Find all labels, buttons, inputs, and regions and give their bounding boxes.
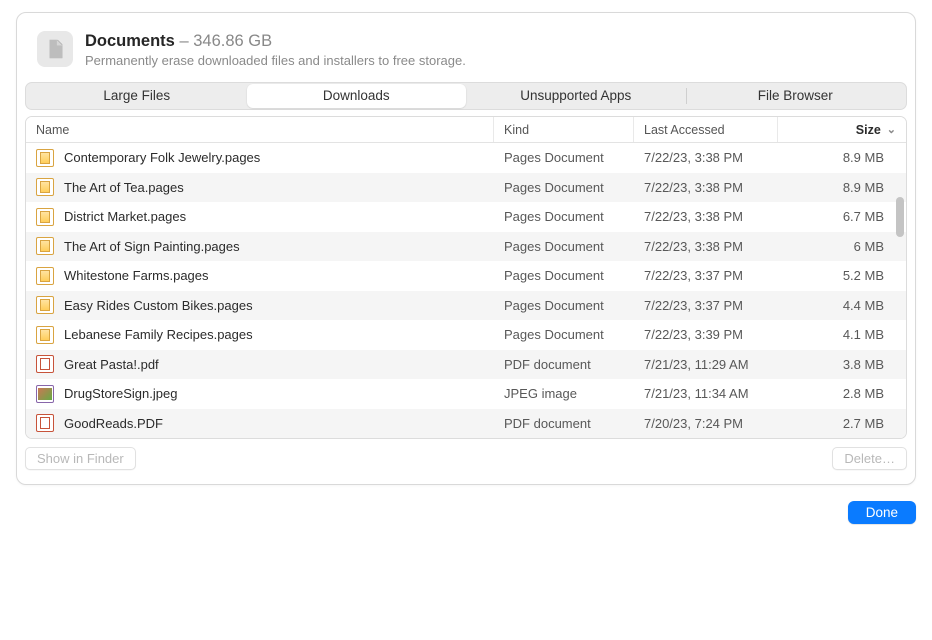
cell-kind: Pages Document [494, 180, 634, 195]
table-row[interactable]: Contemporary Folk Jewelry.pages Pages Doc… [26, 143, 906, 173]
cell-name: DrugStoreSign.jpeg [26, 385, 494, 403]
cell-kind: Pages Document [494, 239, 634, 254]
file-name: District Market.pages [64, 209, 186, 224]
tab-downloads[interactable]: Downloads [247, 84, 467, 108]
pages-file-icon [36, 296, 54, 314]
table-row[interactable]: Easy Rides Custom Bikes.pages Pages Docum… [26, 291, 906, 321]
cell-size: 4.1 MB [778, 327, 906, 342]
delete-button[interactable]: Delete… [832, 447, 907, 470]
cell-last-accessed: 7/22/23, 3:38 PM [634, 239, 778, 254]
cell-kind: Pages Document [494, 327, 634, 342]
cell-kind: Pages Document [494, 298, 634, 313]
category-tabs: Large FilesDownloadsUnsupported AppsFile… [25, 82, 907, 110]
column-last-accessed[interactable]: Last Accessed [634, 117, 778, 142]
cell-size: 2.7 MB [778, 416, 906, 431]
cell-name: Easy Rides Custom Bikes.pages [26, 296, 494, 314]
cell-size: 5.2 MB [778, 268, 906, 283]
file-table: Name Kind Last Accessed Size ⌄ Contempor… [25, 116, 907, 439]
column-kind[interactable]: Kind [494, 117, 634, 142]
cell-name: The Art of Sign Painting.pages [26, 237, 494, 255]
cell-last-accessed: 7/22/23, 3:37 PM [634, 298, 778, 313]
panel-footer: Show in Finder Delete… [17, 439, 915, 470]
dialog-action-bar: Done [16, 501, 916, 524]
cell-last-accessed: 7/22/23, 3:38 PM [634, 209, 778, 224]
column-size[interactable]: Size ⌄ [778, 117, 906, 142]
scrollbar-thumb[interactable] [896, 197, 904, 237]
cell-name: District Market.pages [26, 208, 494, 226]
cell-last-accessed: 7/22/23, 3:38 PM [634, 150, 778, 165]
table-row[interactable]: Lebanese Family Recipes.pages Pages Docum… [26, 320, 906, 350]
cell-kind: Pages Document [494, 150, 634, 165]
table-body: Contemporary Folk Jewelry.pages Pages Doc… [26, 143, 906, 438]
sort-chevron-icon: ⌄ [887, 123, 896, 136]
file-name: Easy Rides Custom Bikes.pages [64, 298, 253, 313]
pages-file-icon [36, 267, 54, 285]
file-name: Contemporary Folk Jewelry.pages [64, 150, 260, 165]
pages-file-icon [36, 326, 54, 344]
table-row[interactable]: GoodReads.PDF PDF document7/20/23, 7:24 P… [26, 409, 906, 439]
pages-file-icon [36, 178, 54, 196]
cell-name: The Art of Tea.pages [26, 178, 494, 196]
cell-kind: PDF document [494, 357, 634, 372]
tab-large-files[interactable]: Large Files [27, 84, 247, 108]
table-row[interactable]: The Art of Sign Painting.pages Pages Docu… [26, 232, 906, 262]
cell-name: GoodReads.PDF [26, 414, 494, 432]
panel-header: Documents – 346.86 GB Permanently erase … [17, 31, 915, 82]
table-row[interactable]: Whitestone Farms.pages Pages Document7/22… [26, 261, 906, 291]
cell-last-accessed: 7/22/23, 3:39 PM [634, 327, 778, 342]
cell-last-accessed: 7/22/23, 3:37 PM [634, 268, 778, 283]
title-row: Documents – 346.86 GB [85, 31, 466, 51]
file-name: DrugStoreSign.jpeg [64, 386, 177, 401]
panel-size: – 346.86 GB [179, 32, 272, 50]
done-button[interactable]: Done [848, 501, 916, 524]
tab-file-browser[interactable]: File Browser [686, 84, 906, 108]
panel-title: Documents [85, 32, 175, 50]
table-row[interactable]: The Art of Tea.pages Pages Document7/22/2… [26, 173, 906, 203]
cell-size: 3.8 MB [778, 357, 906, 372]
show-in-finder-button[interactable]: Show in Finder [25, 447, 136, 470]
storage-documents-panel: Documents – 346.86 GB Permanently erase … [16, 12, 916, 485]
cell-size: 8.9 MB [778, 150, 906, 165]
pdf-file-icon [36, 414, 54, 432]
file-name: GoodReads.PDF [64, 416, 163, 431]
cell-size: 6 MB [778, 239, 906, 254]
cell-kind: Pages Document [494, 268, 634, 283]
cell-kind: Pages Document [494, 209, 634, 224]
pages-file-icon [36, 237, 54, 255]
pdf-file-icon [36, 355, 54, 373]
cell-name: Whitestone Farms.pages [26, 267, 494, 285]
file-name: Whitestone Farms.pages [64, 268, 209, 283]
pages-file-icon [36, 208, 54, 226]
panel-subtitle: Permanently erase downloaded files and i… [85, 53, 466, 68]
pages-file-icon [36, 149, 54, 167]
cell-last-accessed: 7/20/23, 7:24 PM [634, 416, 778, 431]
tab-unsupported-apps[interactable]: Unsupported Apps [466, 84, 686, 108]
table-row[interactable]: DrugStoreSign.jpeg JPEG image7/21/23, 11:… [26, 379, 906, 409]
table-row[interactable]: Great Pasta!.pdf PDF document7/21/23, 11:… [26, 350, 906, 380]
cell-name: Lebanese Family Recipes.pages [26, 326, 494, 344]
table-header: Name Kind Last Accessed Size ⌄ [26, 117, 906, 143]
cell-last-accessed: 7/21/23, 11:34 AM [634, 386, 778, 401]
column-name[interactable]: Name [26, 117, 494, 142]
table-row[interactable]: District Market.pages Pages Document7/22/… [26, 202, 906, 232]
cell-size: 4.4 MB [778, 298, 906, 313]
jpeg-file-icon [36, 385, 54, 403]
file-name: The Art of Sign Painting.pages [64, 239, 240, 254]
cell-last-accessed: 7/21/23, 11:29 AM [634, 357, 778, 372]
cell-kind: JPEG image [494, 386, 634, 401]
file-name: Great Pasta!.pdf [64, 357, 159, 372]
header-text: Documents – 346.86 GB Permanently erase … [85, 31, 466, 68]
cell-size: 8.9 MB [778, 180, 906, 195]
cell-size: 2.8 MB [778, 386, 906, 401]
cell-name: Great Pasta!.pdf [26, 355, 494, 373]
cell-name: Contemporary Folk Jewelry.pages [26, 149, 494, 167]
cell-last-accessed: 7/22/23, 3:38 PM [634, 180, 778, 195]
documents-category-icon [37, 31, 73, 67]
cell-size: 6.7 MB [778, 209, 906, 224]
file-name: Lebanese Family Recipes.pages [64, 327, 253, 342]
cell-kind: PDF document [494, 416, 634, 431]
file-name: The Art of Tea.pages [64, 180, 184, 195]
